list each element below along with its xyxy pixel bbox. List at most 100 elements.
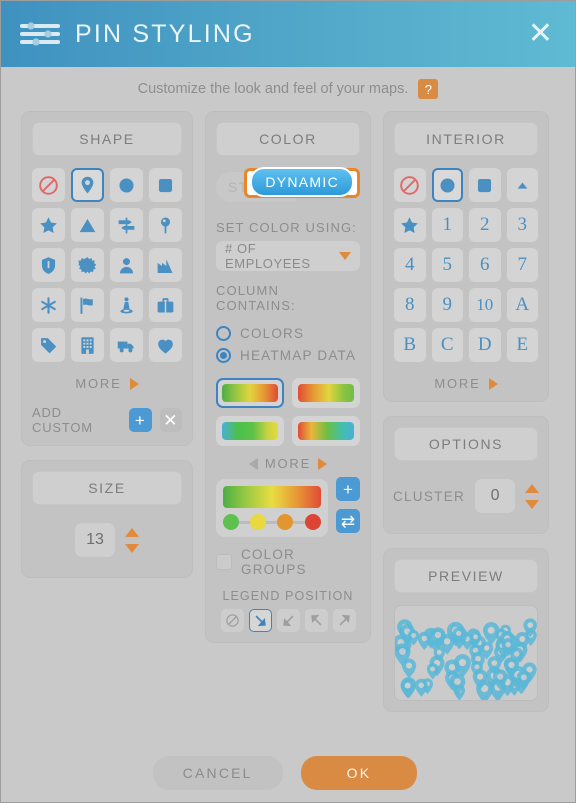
radio-icon[interactable] [216,348,231,363]
digit-3-icon[interactable]: 3 [506,208,538,242]
interior-panel: INTERIOR 1 2 3 4 5 6 7 8 9 10 A B C D E MORE [383,111,549,402]
briefcase-icon[interactable] [149,288,182,322]
color-groups-checkbox[interactable] [216,554,232,570]
chevron-left-icon [248,457,258,470]
dynamic-mode-button[interactable]: DYNAMIC [250,167,354,197]
digit-7-icon[interactable]: 7 [506,248,538,282]
preview-panel: PREVIEW [383,548,549,712]
circle-icon[interactable] [110,168,143,202]
letter-b-icon[interactable]: B [394,328,426,362]
add-custom-button[interactable]: + [129,408,152,432]
person-icon[interactable] [110,248,143,282]
subtitle-text: Customize the look and feel of your maps… [137,81,409,97]
letter-d-icon[interactable]: D [469,328,501,362]
add-custom-label: ADD CUSTOM [32,405,93,435]
pushpin-icon[interactable] [149,208,182,242]
digit-3-icon-label: 3 [517,214,528,235]
chevron-right-icon [129,377,139,390]
options-panel-header: OPTIONS [394,427,538,461]
color-column-select[interactable]: # OF EMPLOYEES [216,241,360,271]
column-contains-option-label: HEATMAP DATA [240,348,357,363]
letter-e-icon[interactable]: E [506,328,538,362]
size-increment-icon[interactable] [125,527,139,537]
color-gradient-bar[interactable] [223,486,321,508]
close-icon[interactable]: ✕ [524,19,557,49]
gradient-blue-green-yellow[interactable] [216,416,284,446]
gradient-green-yellow-red[interactable] [216,378,284,408]
cluster-input[interactable]: 0 [475,479,516,513]
preview-panel-header: PREVIEW [394,559,538,593]
chevron-down-icon [339,252,351,260]
digit-9-icon[interactable]: 9 [431,288,463,322]
star-interior-icon[interactable] [394,208,426,242]
gradient-red-green-blue[interactable] [292,416,360,446]
flag-icon[interactable] [71,288,104,322]
cluster-decrement-icon[interactable] [525,499,540,509]
square-icon[interactable] [149,168,182,202]
chevron-right-icon [318,457,328,470]
add-custom-row: ADD CUSTOM + ✕ [32,405,182,435]
column-contains-option-1[interactable]: HEATMAP DATA [216,348,360,363]
color-stops-editor [216,479,328,537]
swap-colors-button[interactable]: ⇄ [336,509,360,533]
building-icon[interactable] [71,328,104,362]
size-decrement-icon[interactable] [125,543,139,553]
digit-4-icon[interactable]: 4 [394,248,426,282]
interior-more-button[interactable]: MORE [394,376,538,391]
color-groups-toggle[interactable]: COLOR GROUPS [216,547,360,577]
legend-top-right-icon[interactable] [332,609,356,632]
color-stop-red[interactable] [305,514,321,530]
gradient-more-row[interactable]: MORE [216,456,360,471]
remove-custom-button[interactable]: ✕ [159,408,182,432]
digit-1-icon[interactable]: 1 [431,208,463,242]
legend-bottom-right-icon[interactable] [248,609,272,632]
statue-icon[interactable] [110,288,143,322]
truck-icon[interactable] [110,328,143,362]
digit-8-icon[interactable]: 8 [394,288,426,322]
legend-bottom-left-icon[interactable] [276,609,300,632]
triangle-interior-icon[interactable] [506,168,538,202]
color-stop-yellow[interactable] [250,514,267,530]
legend-top-left-icon[interactable] [304,609,328,632]
legend-none-icon[interactable] [220,609,244,632]
digit-6-icon-label: 6 [480,254,490,275]
digit-9-icon-label: 9 [442,294,453,315]
no-shape-icon[interactable] [32,168,65,202]
dialog-titlebar: PIN STYLING ✕ [1,1,575,67]
digit-6-icon[interactable]: 6 [469,248,501,282]
letter-c-icon[interactable]: C [431,328,463,362]
burst-icon[interactable] [71,248,104,282]
heart-icon[interactable] [149,328,182,362]
add-color-stop-button[interactable]: + [336,477,360,501]
color-stop-green[interactable] [223,514,239,530]
letter-a-icon[interactable]: A [506,288,538,322]
ok-button[interactable]: OK [300,756,418,790]
cluster-stepper: CLUSTER 0 [393,473,540,523]
no-interior-icon[interactable] [394,168,426,202]
star-icon[interactable] [32,208,65,242]
radio-icon[interactable] [216,326,231,341]
gradient-preview [222,384,278,402]
square-interior-icon[interactable] [469,168,501,202]
column-contains-option-0[interactable]: COLORS [216,326,360,341]
digit-5-icon[interactable]: 5 [431,248,463,282]
size-panel: SIZE 13 [21,460,193,578]
shape-more-button[interactable]: MORE [32,376,182,391]
help-icon[interactable]: ? [418,79,439,99]
cluster-increment-icon[interactable] [525,483,540,493]
map-pin-icon[interactable] [71,168,104,202]
asterisk-icon[interactable] [32,288,65,322]
digit-2-icon[interactable]: 2 [469,208,501,242]
factory-icon[interactable] [149,248,182,282]
gradient-red-yellow-green[interactable] [292,378,360,408]
tag-icon[interactable] [32,328,65,362]
shield-icon[interactable] [32,248,65,282]
cancel-button[interactable]: CANCEL [152,756,283,790]
signpost-icon[interactable] [110,208,143,242]
options-panel: OPTIONS CLUSTER 0 [383,416,549,534]
triangle-icon[interactable] [71,208,104,242]
digit-10-icon[interactable]: 10 [469,288,501,322]
circle-interior-icon[interactable] [431,168,463,202]
color-stop-orange[interactable] [277,514,294,530]
size-input[interactable]: 13 [75,523,115,557]
